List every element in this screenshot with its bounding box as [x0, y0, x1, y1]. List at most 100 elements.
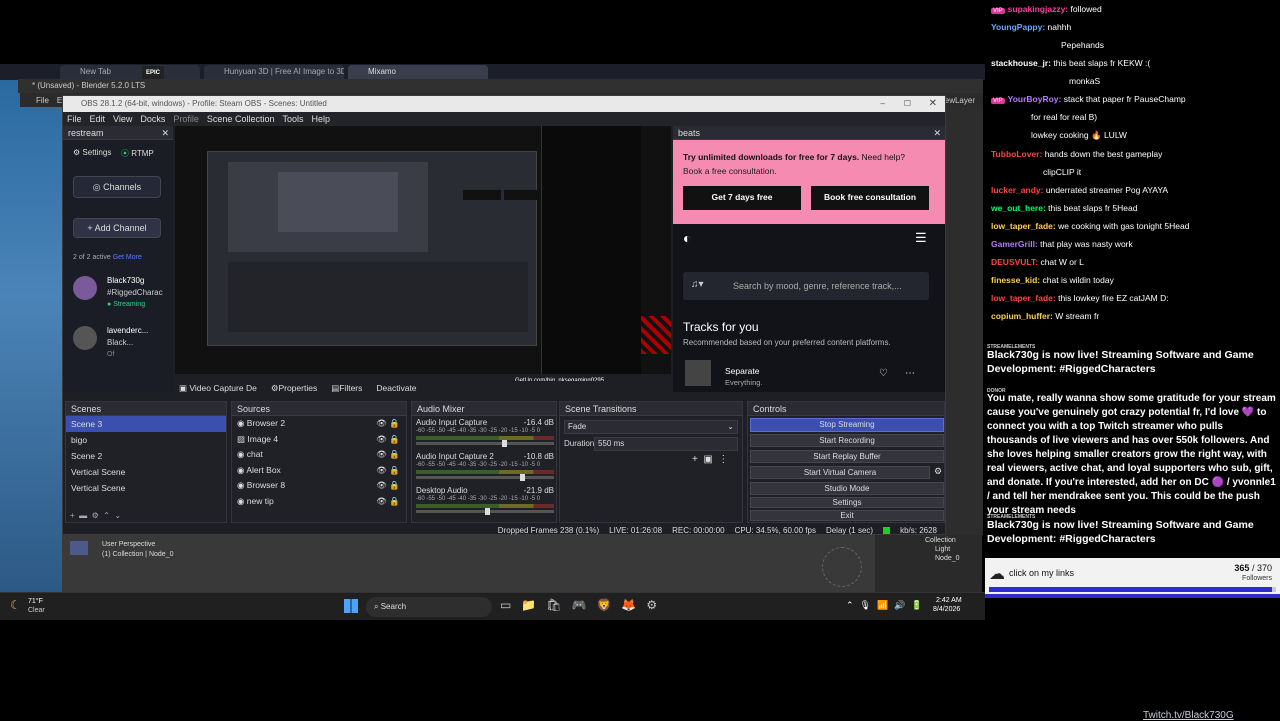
- scene-item[interactable]: Scene 2: [66, 448, 226, 464]
- book-consult-button[interactable]: Book free consultation: [811, 186, 929, 210]
- menu-help[interactable]: Help: [311, 114, 330, 124]
- source-item[interactable]: ◉ new tip 👁 🔒: [232, 494, 406, 510]
- duration-input[interactable]: 550 ms: [594, 437, 738, 451]
- minimize-icon[interactable]: –: [881, 96, 885, 112]
- follower-count: 365 / 370: [1234, 563, 1272, 573]
- gear-icon[interactable]: ⚙: [92, 511, 99, 520]
- add-channel-button[interactable]: + Add Channel: [73, 218, 161, 238]
- trash-icon[interactable]: ▣: [703, 454, 712, 465]
- volume-slider[interactable]: [416, 474, 554, 481]
- scene-item[interactable]: Scene 3: [66, 416, 226, 432]
- preview-canvas[interactable]: GetUp.com/big_nkseqaming0295: [175, 126, 671, 384]
- scene-item[interactable]: Vertical Scene: [66, 464, 226, 480]
- cpu-fps: CPU: 34.5%, 60.00 fps: [734, 525, 816, 535]
- gear-icon[interactable]: ⚙: [934, 466, 942, 477]
- menu-edit[interactable]: Edit: [90, 114, 106, 124]
- settings-button[interactable]: Settings: [750, 497, 944, 508]
- volume-slider[interactable]: [416, 440, 554, 447]
- down-icon[interactable]: ⌄: [114, 511, 121, 520]
- chat-username: YourBoyRoy:: [1007, 94, 1062, 104]
- transition-select[interactable]: Fade ⌄: [564, 420, 738, 434]
- chat-text: chat is wildin today: [1042, 275, 1114, 285]
- viewport-mode-icon[interactable]: [70, 541, 88, 555]
- track-name[interactable]: Separate: [725, 366, 760, 376]
- trash-icon[interactable]: ▬: [79, 511, 87, 520]
- audio-mixer-dock: Audio Mixer Audio Input Capture -16.4 dB -…: [411, 401, 557, 523]
- outliner-item[interactable]: Node_0: [875, 553, 982, 562]
- mixer-channel: Desktop Audio -21.9 dB -60 -55 -50 -45 -40…: [416, 486, 554, 518]
- taskbar-search[interactable]: ⌕ Search: [366, 597, 492, 617]
- track-artwork[interactable]: [685, 360, 711, 386]
- clock-date: 8/4/2026: [933, 606, 961, 613]
- hamburger-icon[interactable]: ☰: [915, 230, 927, 246]
- properties-button[interactable]: ⚙Properties: [271, 383, 317, 394]
- scene-item[interactable]: bigo: [66, 432, 226, 448]
- more-icon[interactable]: ⋮: [718, 454, 728, 465]
- blender-menu-file[interactable]: File: [36, 96, 49, 105]
- chat-text: stack that paper fr PauseChamp: [1063, 94, 1186, 104]
- virtual-camera-button[interactable]: Start Virtual Camera: [750, 466, 930, 479]
- restream-rtmp[interactable]: ⦿ RTMP: [121, 148, 154, 159]
- source-item[interactable]: ◉ Browser 8 👁 🔒: [232, 478, 406, 494]
- chat-message: VIP supakingjazzy: followed: [991, 4, 1102, 14]
- get-free-button[interactable]: Get 7 days free: [683, 186, 801, 210]
- chevron-down-icon: ⌄: [727, 422, 734, 431]
- maximize-icon[interactable]: ☐: [904, 96, 911, 112]
- menu-file[interactable]: File: [67, 114, 82, 124]
- menu-docks[interactable]: Docks: [140, 114, 165, 124]
- controls-title: Controls: [748, 402, 944, 416]
- browser-tab[interactable]: Mixamo: [348, 65, 488, 79]
- vip-badge: VIP: [991, 98, 1005, 104]
- add-icon[interactable]: +: [70, 511, 75, 520]
- up-icon[interactable]: ⌃: [103, 511, 110, 520]
- restream-settings[interactable]: ⚙ Settings: [73, 148, 111, 157]
- taskbar: ☾ 71°F Clear ⌕ Search ▭📁🛍🎮🦁🦊⚙ ⌃🎙📶🔊🔋 2:42…: [0, 592, 985, 620]
- source-item[interactable]: ◉ Browser 2 👁 🔒: [232, 416, 406, 432]
- source-item[interactable]: ◉ Alert Box 👁 🔒: [232, 463, 406, 479]
- close-icon[interactable]: ✕: [933, 126, 941, 140]
- chat-text: clipCLIP it: [1043, 167, 1082, 177]
- nav-gizmo-icon[interactable]: [822, 547, 862, 587]
- link-cloud-icon: ☁: [989, 566, 1005, 583]
- beats-search[interactable]: ♫▾ Search by mood, genre, reference trac…: [683, 272, 929, 300]
- chat-username: low_taper_fade:: [991, 221, 1056, 231]
- start-recording-button[interactable]: Start Recording: [750, 434, 944, 447]
- replay-buffer-button[interactable]: Start Replay Buffer: [750, 450, 944, 463]
- menu-profile[interactable]: Profile: [173, 114, 199, 124]
- browser-tab[interactable]: Hunyuan 3D | Free AI Image to 3D /...: [204, 65, 344, 79]
- menu-tools[interactable]: Tools: [282, 114, 303, 124]
- close-icon[interactable]: ✕: [929, 96, 937, 112]
- source-item[interactable]: ▨ Image 4 👁 🔒: [232, 432, 406, 448]
- add-icon[interactable]: +: [692, 454, 698, 465]
- filters-button[interactable]: ▤Filters: [331, 383, 362, 394]
- transition-tools: + ▣ ⋮: [692, 454, 728, 465]
- get-more-link[interactable]: Get More: [113, 254, 142, 261]
- menu-scene-collection[interactable]: Scene Collection: [207, 114, 275, 124]
- beats-search-input[interactable]: Search by mood, genre, reference track,.…: [733, 281, 902, 291]
- volume-slider[interactable]: [416, 508, 554, 515]
- scene-item[interactable]: Vertical Scene: [66, 480, 226, 496]
- browser-tab[interactable]: New Tab: [60, 65, 200, 79]
- view-layer-label: ewLayer: [944, 95, 975, 105]
- chat-username: YoungPappy:: [991, 22, 1046, 32]
- viewport-perspective: User Perspective: [102, 541, 156, 548]
- outliner-item[interactable]: Collection: [875, 535, 982, 544]
- windows-start-icon[interactable]: [344, 599, 358, 613]
- chat-message: low_taper_fade: we cooking with gas toni…: [991, 221, 1189, 231]
- camera-icon: ▣: [179, 382, 190, 393]
- mixer-channel-db: -10.8 dB: [523, 452, 554, 461]
- studio-mode-button[interactable]: Studio Mode: [750, 482, 944, 495]
- exit-button[interactable]: Exit: [750, 510, 944, 521]
- source-item[interactable]: ◉ chat 👁 🔒: [232, 447, 406, 463]
- follower-progress-fill: [989, 587, 1272, 592]
- stop-streaming-button[interactable]: Stop Streaming: [750, 418, 944, 432]
- close-icon[interactable]: ✕: [161, 126, 169, 140]
- outliner-item[interactable]: Light: [875, 544, 982, 553]
- more-icon[interactable]: ⋯: [905, 368, 915, 379]
- menu-view[interactable]: View: [113, 114, 132, 124]
- channels-button[interactable]: ◎ Channels: [73, 176, 161, 198]
- deactivate-button[interactable]: Deactivate: [376, 383, 416, 393]
- mixer-channel: Audio Input Capture -16.4 dB -60 -55 -50 -…: [416, 418, 554, 450]
- heart-icon[interactable]: ♡: [879, 368, 888, 379]
- chat-text: Pepehands: [1061, 40, 1105, 50]
